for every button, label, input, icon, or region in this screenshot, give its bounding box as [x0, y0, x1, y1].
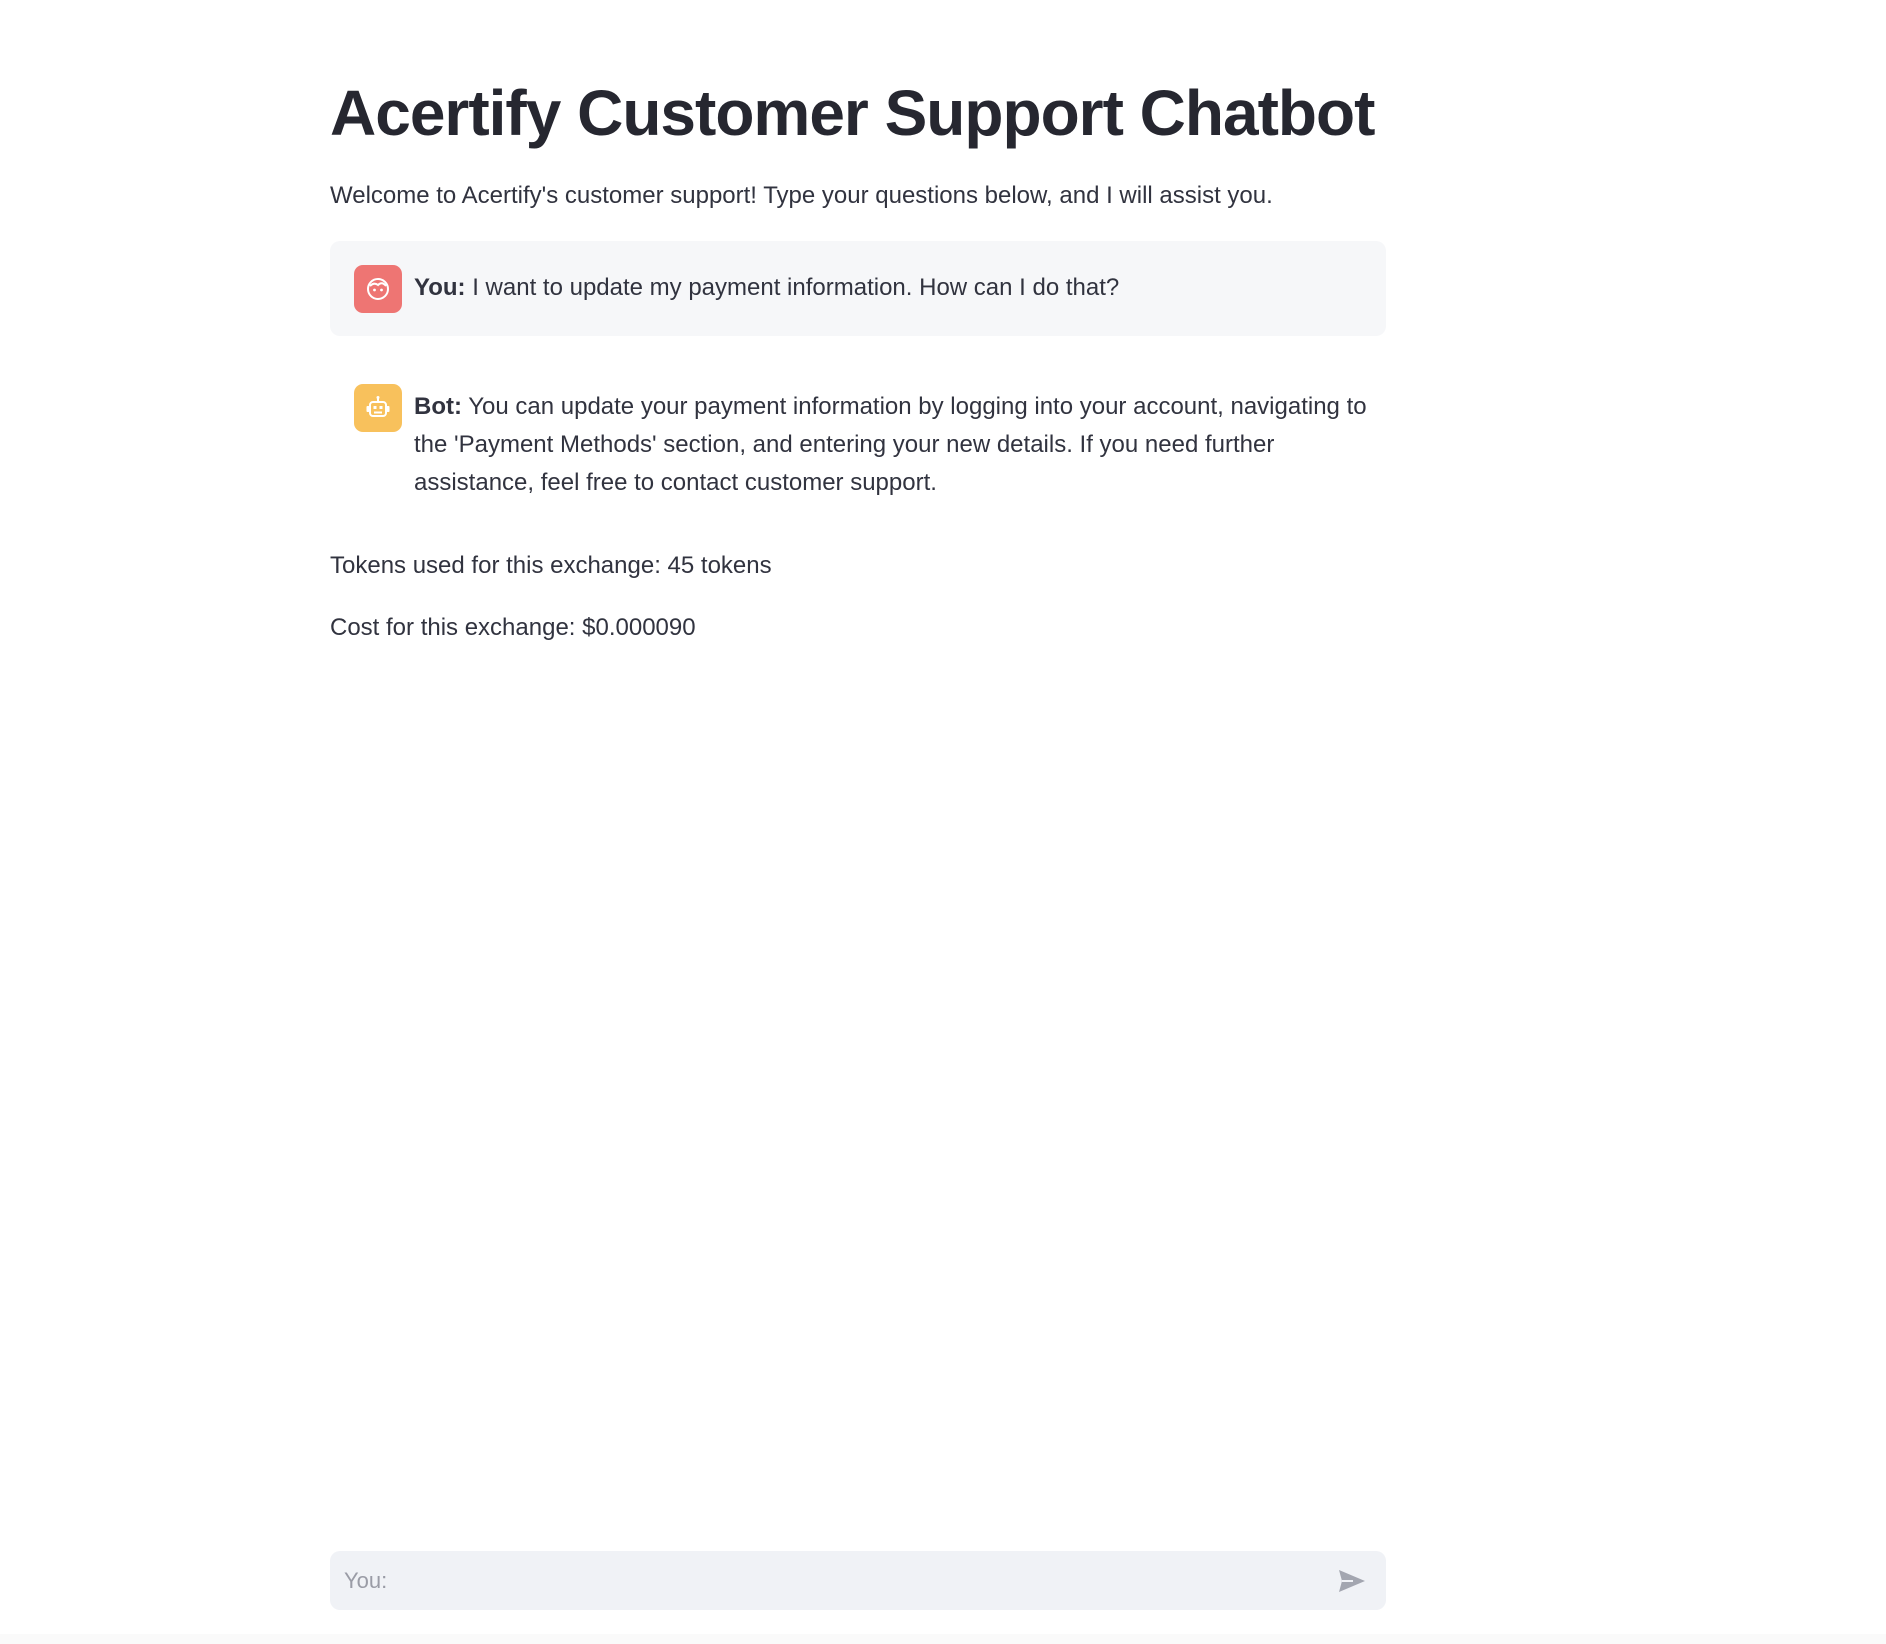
bot-message-text: Bot: You can update your payment informa…: [414, 388, 1386, 502]
chat-message-user: You: I want to update my payment informa…: [330, 241, 1386, 336]
bottom-strip: [0, 1634, 1886, 1644]
chat-message-bot: Bot: You can update your payment informa…: [330, 360, 1386, 502]
bot-message-body: You can update your payment information …: [414, 393, 1367, 496]
intro-text: Welcome to Acertify's customer support! …: [330, 182, 1273, 209]
chat-input[interactable]: [342, 1566, 1334, 1595]
chat-input-container: [330, 1551, 1386, 1610]
send-button[interactable]: [1334, 1563, 1370, 1599]
smiley-face-icon: [367, 278, 389, 300]
bot-avatar: [354, 384, 402, 432]
robot-icon: [366, 396, 390, 417]
user-avatar: [354, 265, 402, 313]
user-message-text: You: I want to update my payment informa…: [414, 269, 1119, 307]
user-message-body: I want to update my payment information.…: [472, 274, 1120, 301]
page-title: Acertify Customer Support Chatbot: [330, 77, 1375, 149]
cost-text: Cost for this exchange: $0.000090: [330, 614, 696, 641]
send-icon: [1339, 1569, 1365, 1592]
tokens-used-text: Tokens used for this exchange: 45 tokens: [330, 552, 772, 579]
bot-speaker-label: Bot:: [414, 393, 462, 420]
user-speaker-label: You:: [414, 274, 466, 301]
